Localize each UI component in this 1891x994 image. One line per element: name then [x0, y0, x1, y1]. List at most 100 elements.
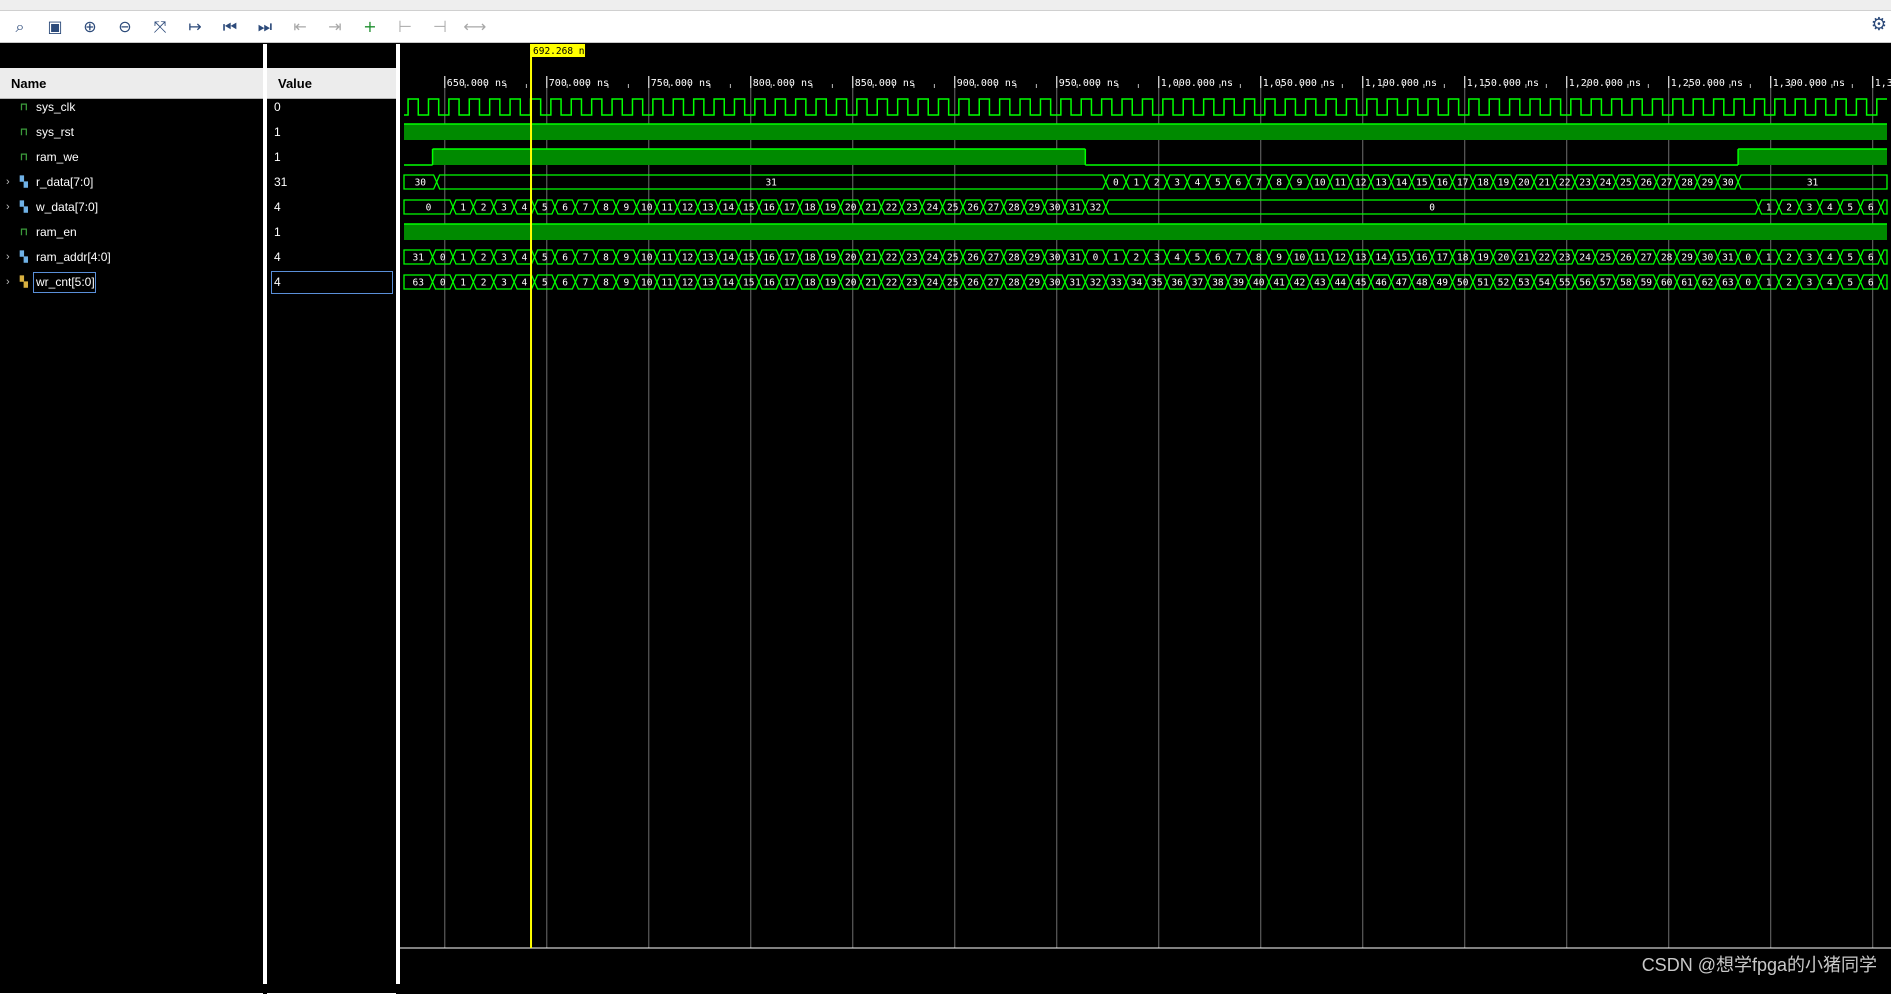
- signal-name-panel: Name ⊓ sys_clk ⊓ sys_rst ⊓ ram_we › ▚ r_data[7:0…: [0, 44, 263, 994]
- zoom-out-icon[interactable]: ⊖: [111, 14, 139, 40]
- zoom-in-icon[interactable]: ⊕: [76, 14, 104, 40]
- go-to-start-icon[interactable]: ⏮: [216, 14, 244, 40]
- w-data-bus-value: 1: [460, 203, 466, 214]
- wr-cnt-bus-value: 13: [702, 278, 713, 289]
- expand-arrow-icon[interactable]: ›: [6, 170, 16, 195]
- w-data-bus-value: 18: [804, 203, 816, 214]
- add-marker-icon[interactable]: +: [356, 14, 384, 40]
- wr-cnt-bus-value: 25: [947, 278, 958, 289]
- r-data-bus-value: 0: [1113, 178, 1119, 189]
- signal-name: ram_en: [36, 225, 77, 239]
- ram-addr-bus-value: 6: [1868, 253, 1874, 264]
- ram-addr-bus-value: 29: [1681, 253, 1693, 264]
- ram-addr-bus-value: 11: [1314, 253, 1326, 264]
- signal-row-ram-we[interactable]: ⊓ ram_we: [0, 145, 263, 170]
- ruler-tick-label: 750.000 ns: [651, 78, 711, 89]
- signal-row-ram-en[interactable]: ⊓ ram_en: [0, 220, 263, 245]
- wr-cnt-bus-value: 46: [1375, 278, 1387, 289]
- ruler-tick-label: 900.000 ns: [957, 78, 1017, 89]
- expand-arrow-icon[interactable]: ›: [6, 245, 16, 270]
- ram-addr-bus-value: 4: [1827, 253, 1833, 264]
- ram-addr-bus-value: 21: [865, 253, 877, 264]
- signal-name: ram_we: [36, 150, 79, 164]
- wr-cnt-bus-segment: [1880, 274, 1888, 290]
- ram-addr-bus-value: 27: [1641, 253, 1652, 264]
- r-data-bus-value: 23: [1579, 178, 1590, 189]
- wr-cnt-bus-value: 22: [886, 278, 897, 289]
- ram-addr-bus-value: 10: [1294, 253, 1306, 264]
- r-data-bus-value: 13: [1375, 178, 1386, 189]
- previous-marker-icon: ⊢: [398, 17, 412, 36]
- ruler-tick-label: 1,000.000 ns: [1161, 78, 1233, 89]
- r-data-bus-value: 22: [1559, 178, 1570, 189]
- signal-row-w-data[interactable]: › ▚ w_data[7:0]: [0, 195, 263, 220]
- signal-value-cell[interactable]: 4: [267, 195, 396, 220]
- go-to-end-icon[interactable]: ⏭: [251, 14, 279, 40]
- wr-cnt-bus-value: 1: [460, 278, 466, 289]
- wr-cnt-bus-value: 1: [1766, 278, 1772, 289]
- w-data-bus-value: 10: [641, 203, 653, 214]
- ram-addr-bus-value: 14: [1375, 253, 1387, 264]
- w-data-bus-value: 26: [967, 203, 979, 214]
- ram-addr-bus-value: 22: [886, 253, 897, 264]
- w-data-bus-value: 16: [763, 203, 775, 214]
- signal-name: sys_rst: [36, 125, 75, 139]
- wr-cnt-bus-value: 6: [562, 278, 568, 289]
- ram-we-high-fill: [1738, 149, 1887, 165]
- wr-cnt-bus-value: 37: [1192, 278, 1203, 289]
- signal-value-cell[interactable]: 1: [267, 220, 396, 245]
- wr-cnt-bus-value: 29: [1029, 278, 1041, 289]
- r-data-bus-value: 7: [1256, 178, 1262, 189]
- bit-signal-icon: ⊓: [20, 227, 28, 238]
- waveform-canvas[interactable]: 650.000 ns 700.000 ns 750.000 ns 800.000 ns…: [400, 44, 1891, 984]
- signal-value-cell[interactable]: 1: [267, 145, 396, 170]
- save-icon[interactable]: ▣: [41, 14, 69, 40]
- wr-cnt-bus-value: 19: [825, 278, 837, 289]
- r-data-bus-value: 18: [1477, 178, 1489, 189]
- gear-icon[interactable]: ⚙: [1871, 14, 1887, 35]
- go-to-cursor-icon[interactable]: ↦: [181, 14, 209, 40]
- signal-row-r-data[interactable]: › ▚ r_data[7:0]: [0, 170, 263, 195]
- ruler-tick-label: 800.000 ns: [753, 78, 813, 89]
- ram-en-high-fill: [404, 224, 1887, 240]
- r-data-bus-value: 31: [765, 178, 777, 189]
- wr-cnt-bus-value: 39: [1233, 278, 1245, 289]
- signal-row-sys-rst[interactable]: ⊓ sys_rst: [0, 120, 263, 145]
- ram-addr-bus-value: 12: [1335, 253, 1346, 264]
- wr-cnt-bus-value: 43: [1314, 278, 1325, 289]
- wr-cnt-bus-value: 9: [623, 278, 629, 289]
- wr-cnt-bus-value: 49: [1437, 278, 1449, 289]
- search-icon[interactable]: ⌕: [6, 14, 34, 40]
- signal-value-cell[interactable]: 1: [267, 120, 396, 145]
- wr-cnt-bus-value: 45: [1355, 278, 1366, 289]
- r-data-bus-value: 12: [1355, 178, 1366, 189]
- signal-value-cell[interactable]: 0: [267, 95, 396, 120]
- wr-cnt-bus-value: 10: [641, 278, 653, 289]
- signal-row-sys-clk[interactable]: ⊓ sys_clk: [0, 95, 263, 120]
- zoom-fit-icon[interactable]: ⤧: [146, 14, 174, 40]
- expand-arrow-icon[interactable]: ›: [6, 195, 16, 220]
- r-data-bus-value: 11: [1335, 178, 1347, 189]
- waveform-area[interactable]: 650.000 ns 700.000 ns 750.000 ns 800.000 ns…: [400, 44, 1891, 984]
- r-data-bus-value: 27: [1661, 178, 1672, 189]
- r-data-bus-value: 3: [1174, 178, 1180, 189]
- wr-cnt-bus-value: 0: [440, 278, 446, 289]
- wr-cnt-bus-value: 4: [521, 278, 527, 289]
- w-data-bus-value: 9: [623, 203, 629, 214]
- w-data-bus-value: 2: [481, 203, 487, 214]
- signal-name: w_data[7:0]: [36, 200, 99, 214]
- wr-cnt-bus-value: 50: [1457, 278, 1469, 289]
- signal-row-ram-addr[interactable]: › ▚ ram_addr[4:0]: [0, 245, 263, 270]
- w-data-bus-value: 28: [1008, 203, 1020, 214]
- expand-arrow-icon[interactable]: ›: [6, 270, 16, 295]
- signal-value-cell[interactable]: 31: [267, 170, 396, 195]
- w-data-bus-value: 3: [501, 203, 507, 214]
- ram-addr-bus-value: 6: [562, 253, 568, 264]
- ram-addr-bus-value: 29: [1029, 253, 1041, 264]
- wr-cnt-bus-value: 8: [603, 278, 609, 289]
- ram-addr-bus-value: 2: [481, 253, 487, 264]
- signal-value-cell[interactable]: 4: [267, 245, 396, 270]
- w-data-bus-value: 3: [1807, 203, 1813, 214]
- w-data-bus-value: 2: [1786, 203, 1792, 214]
- wr-cnt-bus-value: 60: [1661, 278, 1673, 289]
